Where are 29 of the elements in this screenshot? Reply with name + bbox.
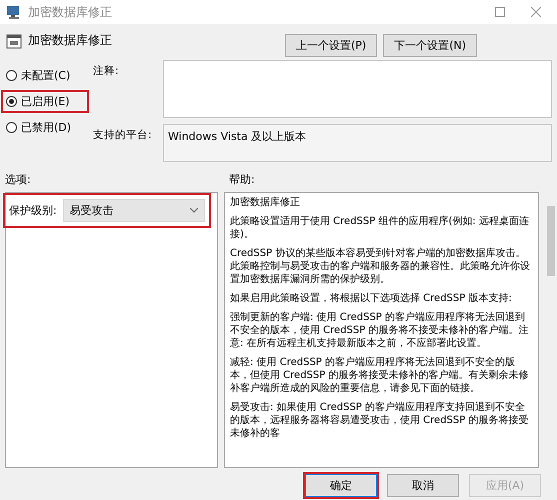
help-paragraph: 如果启用此策略设置，将根据以下选项选择 CredSSP 版本支持:: [230, 292, 513, 305]
maximize-icon: [495, 7, 505, 17]
comment-label: 注释:: [93, 64, 120, 79]
help-label: 帮助:: [229, 172, 255, 187]
help-paragraph: 加密数据库修正: [230, 196, 301, 209]
app-icon: [6, 5, 22, 19]
policy-icon: [6, 32, 22, 48]
nav-button[interactable]: 下一个设置(N): [383, 34, 477, 57]
help-paragraph: 易受攻击: 如果使用 CredSSP 的客户端应用程序支持回退到不安全的版本，远程服务器将容易遭受攻击，使用 CredSSP 的服务将接受未修补的客: [230, 401, 530, 440]
radio-option[interactable]: 已启用(E): [1, 90, 89, 113]
dialog-button[interactable]: 取消: [387, 474, 459, 497]
chevron-down-icon: [190, 208, 198, 213]
policy-name: 加密数据库修正: [28, 32, 112, 49]
help-paragraph: 强制更新的客户端: 使用 CredSSP 的客户端应用程序将无法回退到不安全的版本，使用 CredSSP 的服务将不接受未修补的客户端。注意: 在所有远程主机支持最新版本之前，不应部署此设置。: [230, 311, 530, 350]
window-title: 加密数据库修正: [28, 4, 113, 20]
level-dropdown[interactable]: 易受攻击: [62, 199, 205, 222]
help-paragraph: 此策略设置适用于使用 CredSSP 组件的应用程序(例如: 远程桌面连接)。: [230, 215, 530, 241]
nav-button[interactable]: 上一个设置(P): [284, 34, 378, 57]
close-icon: [531, 7, 541, 17]
help-paragraph: CredSSP 协议的某些版本容易受到针对客户端的加密数据库攻击。此策略控制与易受攻击的客户端和服务器的兼容性。此策略允许你设置加密数据库漏洞所需的保护级别。: [230, 247, 531, 286]
radio-option[interactable]: 已禁用(D): [1, 116, 89, 139]
help-paragraph: 减轻: 使用 CredSSP 的客户端应用程序将无法回退到不安全的版本，但使用 CredSSP 的服务将接受未修补的客户端。有关剩余未修补客户端所造成的风险的重要信息，请参见下面的链接。: [230, 356, 530, 395]
platform-label: 支持的平台:: [93, 128, 153, 143]
dialog-button[interactable]: 确定: [305, 474, 377, 497]
platform-field: Windows Vista 及以上版本: [163, 124, 552, 162]
options-label: 选项:: [5, 173, 31, 186]
radio-option[interactable]: 未配置(C): [1, 64, 89, 87]
comment-field[interactable]: [163, 60, 552, 118]
field-label: 保护级别:: [9, 203, 57, 218]
